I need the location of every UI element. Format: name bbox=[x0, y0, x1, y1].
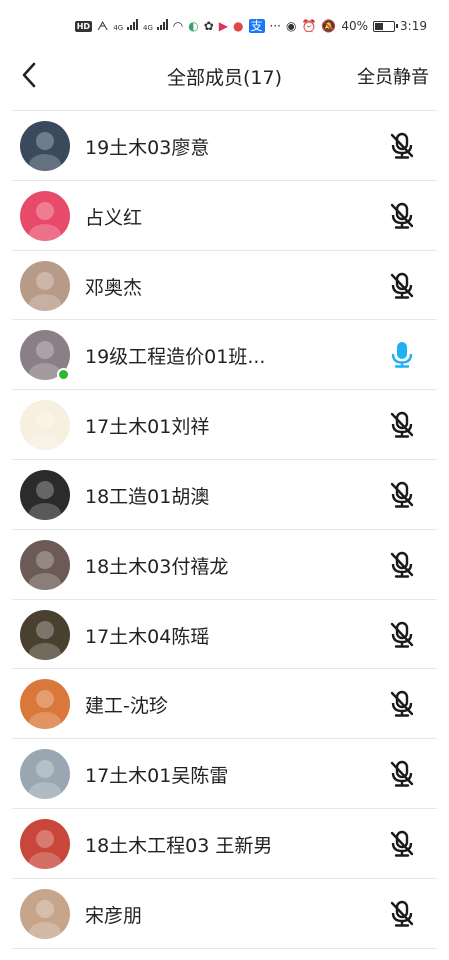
clock: 3:19 bbox=[400, 19, 427, 33]
mic-muted-icon bbox=[390, 691, 414, 718]
battery-percent: 40% bbox=[341, 19, 369, 33]
mic-muted-icon bbox=[390, 202, 414, 229]
signal-icon-2: 4G bbox=[143, 19, 168, 33]
mic-muted-icon bbox=[390, 900, 414, 927]
mic-muted-icon bbox=[390, 272, 414, 299]
avatar-image bbox=[20, 818, 70, 869]
mic-toggle-button[interactable] bbox=[389, 830, 415, 858]
signal-icon-1: 4G bbox=[113, 19, 139, 33]
mic-toggle-button[interactable] bbox=[389, 202, 415, 230]
member-name: 18工造01胡澳 bbox=[85, 485, 210, 508]
status-bar: HD ᗅ 4G 4G ◠ ◐ ✿ ▶ ● 支 ··· ◉ ⏰ 🔕 40% 3:1… bbox=[0, 0, 449, 52]
member-name: 17土木01刘祥 bbox=[85, 416, 210, 439]
member-name: 19级工程造价01班... bbox=[85, 346, 266, 369]
online-status-dot bbox=[57, 368, 70, 382]
more-icon: ··· bbox=[269, 19, 281, 33]
avatar bbox=[20, 609, 70, 660]
member-row[interactable]: 17土木01刘祥 bbox=[12, 390, 437, 460]
member-row[interactable]: 17土木04陈瑶 bbox=[12, 600, 437, 670]
nav-bar: 全部成员(17) 全员静音 bbox=[0, 52, 449, 98]
avatar bbox=[20, 190, 70, 241]
member-row[interactable]: 邓奥杰 bbox=[12, 251, 437, 321]
mic-toggle-button[interactable] bbox=[389, 760, 415, 788]
mic-muted-icon bbox=[390, 411, 414, 438]
member-row[interactable]: 占义红 bbox=[12, 181, 437, 251]
eye-icon: ◉ bbox=[285, 19, 297, 33]
member-row[interactable]: 建工-沈珍 bbox=[12, 669, 437, 740]
app-notify-icon-2: ✿ bbox=[203, 19, 214, 33]
member-row[interactable]: 宋彦朋 bbox=[12, 879, 437, 949]
status-icons: HD ᗅ 4G 4G ◠ ◐ ✿ ▶ ● 支 ··· ◉ ⏰ 🔕 40% 3:1… bbox=[74, 16, 427, 36]
member-name: 宋彦朋 bbox=[85, 904, 143, 927]
mic-muted-icon bbox=[390, 830, 414, 857]
avatar-image bbox=[20, 121, 70, 171]
member-name: 18土木工程03 王新男 bbox=[85, 834, 273, 857]
avatar bbox=[20, 749, 70, 800]
member-name: 建工-沈珍 bbox=[85, 695, 168, 718]
data-icon: ᗅ bbox=[97, 19, 109, 33]
avatar bbox=[20, 121, 70, 171]
member-row[interactable]: 18土木03付禧龙 bbox=[12, 530, 437, 600]
avatar bbox=[20, 260, 70, 311]
mic-muted-icon bbox=[390, 621, 414, 648]
member-name: 17土木01吴陈雷 bbox=[85, 765, 229, 788]
member-row[interactable]: 17土木01吴陈雷 bbox=[12, 739, 437, 809]
member-name: 占义红 bbox=[85, 206, 143, 229]
map-pin-icon: ● bbox=[233, 19, 244, 33]
avatar-image bbox=[20, 888, 70, 939]
avatar bbox=[20, 469, 70, 520]
avatar-image bbox=[20, 260, 70, 311]
app-notify-icon: ◐ bbox=[188, 19, 199, 33]
member-row[interactable]: 18土木工程03 王新男 bbox=[12, 809, 437, 879]
mute-bell-icon: 🔕 bbox=[321, 19, 337, 33]
avatar-image bbox=[20, 400, 70, 451]
mic-toggle-button[interactable] bbox=[389, 272, 415, 300]
member-name: 17土木04陈瑶 bbox=[85, 625, 210, 648]
hd-icon: HD bbox=[74, 20, 93, 32]
member-list: 19土木03廖意 占义红 邓奥杰 19级工程造价01班... 17土木01刘祥 … bbox=[0, 111, 449, 949]
member-row[interactable]: 19土木03廖意 bbox=[12, 111, 437, 181]
battery-icon bbox=[373, 20, 399, 32]
avatar-image bbox=[20, 469, 70, 520]
play-icon: ▶ bbox=[218, 19, 229, 33]
avatar bbox=[20, 888, 70, 939]
mic-muted-icon bbox=[390, 132, 414, 159]
wifi-icon: ◠ bbox=[172, 19, 184, 33]
mic-toggle-button[interactable] bbox=[389, 132, 415, 160]
avatar-image bbox=[20, 190, 70, 241]
mute-all-button[interactable]: 全员静音 bbox=[357, 63, 429, 89]
avatar bbox=[20, 679, 70, 730]
avatar-image bbox=[20, 749, 70, 800]
alarm-icon: ⏰ bbox=[301, 19, 317, 33]
mic-toggle-button[interactable] bbox=[389, 551, 415, 579]
avatar-image bbox=[20, 609, 70, 660]
mic-active-icon bbox=[391, 342, 413, 369]
mic-muted-icon bbox=[390, 760, 414, 787]
avatar bbox=[20, 400, 70, 451]
avatar bbox=[20, 539, 70, 590]
avatar-image bbox=[20, 679, 70, 730]
member-name: 18土木03付禧龙 bbox=[85, 555, 229, 578]
mic-toggle-button[interactable] bbox=[389, 481, 415, 509]
mic-toggle-button[interactable] bbox=[389, 341, 415, 369]
member-row[interactable]: 19级工程造价01班... bbox=[12, 320, 437, 391]
mic-toggle-button[interactable] bbox=[389, 411, 415, 439]
mic-toggle-button[interactable] bbox=[389, 690, 415, 718]
mic-toggle-button[interactable] bbox=[389, 621, 415, 649]
mic-toggle-button[interactable] bbox=[389, 900, 415, 928]
avatar-image bbox=[20, 539, 70, 590]
member-name: 19土木03廖意 bbox=[85, 137, 210, 159]
alipay-icon: 支 bbox=[248, 19, 265, 33]
member-name: 邓奥杰 bbox=[85, 276, 143, 299]
avatar bbox=[20, 818, 70, 869]
mic-muted-icon bbox=[390, 551, 414, 578]
mic-muted-icon bbox=[390, 481, 414, 508]
member-row[interactable]: 18工造01胡澳 bbox=[12, 460, 437, 530]
